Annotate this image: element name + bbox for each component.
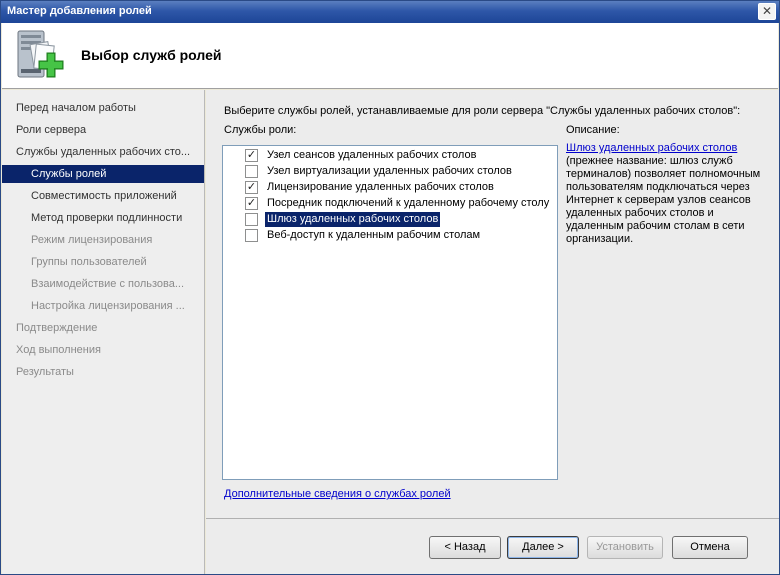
next-button[interactable]: Далее > — [507, 536, 579, 559]
checkbox-licensing[interactable]: ✓ — [245, 181, 258, 194]
title-bar[interactable]: Мастер добавления ролей ✕ — [1, 1, 779, 23]
checkbox-session-host[interactable]: ✓ — [245, 149, 258, 162]
nav-item-user-experience: Взаимодействие с пользова... — [31, 278, 185, 290]
main-panel: Выберите службы ролей, устанавливаемые д… — [206, 90, 779, 518]
nav-item-auth-method[interactable]: Метод проверки подлинности — [31, 209, 201, 227]
service-gateway[interactable]: Шлюз удаленных рабочих столов — [265, 212, 441, 227]
nav-item-app-compat[interactable]: Совместимость приложений — [31, 187, 201, 205]
wizard-header: Выбор служб ролей — [2, 23, 778, 89]
role-services-label: Службы роли: — [224, 124, 297, 136]
nav-item-progress: Ход выполнения — [16, 344, 101, 356]
description-link[interactable]: Шлюз удаленных рабочих столов — [566, 142, 737, 154]
description-label: Описание: — [566, 124, 620, 136]
checkbox-virtualization-host[interactable] — [245, 165, 258, 178]
cancel-button[interactable]: Отмена — [672, 536, 748, 559]
wizard-footer: < Назад Далее > Установить Отмена — [206, 518, 779, 574]
description-body: (прежнее название: шлюз служб терминалов… — [566, 155, 761, 245]
service-connection-broker[interactable]: Посредник подключений к удаленному рабоч… — [265, 196, 551, 211]
service-virtualization-host[interactable]: Узел виртуализации удаленных рабочих сто… — [265, 164, 514, 179]
checkbox-web-access[interactable] — [245, 229, 258, 242]
description-text: Шлюз удаленных рабочих столов (прежнее н… — [566, 142, 766, 246]
nav-item-role-services[interactable]: Службы ролей — [2, 165, 204, 183]
wizard-window: Мастер добавления ролей ✕ Выбор служб ро… — [0, 0, 780, 575]
server-roles-add-icon — [17, 30, 64, 78]
nav-item-user-groups: Группы пользователей — [31, 256, 147, 268]
close-button[interactable]: ✕ — [758, 3, 776, 20]
nav-item-licensing-mode: Режим лицензирования — [31, 234, 153, 246]
nav-item-licensing-config: Настройка лицензирования ... — [31, 300, 185, 312]
service-session-host[interactable]: Узел сеансов удаленных рабочих столов — [265, 148, 478, 163]
page-title: Выбор служб ролей — [81, 47, 222, 63]
nav-item-server-roles[interactable]: Роли сервера — [16, 121, 201, 139]
service-licensing[interactable]: Лицензирование удаленных рабочих столов — [265, 180, 496, 195]
service-web-access[interactable]: Веб-доступ к удаленным рабочим столам — [265, 228, 482, 243]
role-services-list[interactable]: ✓ Узел сеансов удаленных рабочих столов … — [222, 145, 558, 480]
back-button[interactable]: < Назад — [429, 536, 501, 559]
nav-item-before-start[interactable]: Перед началом работы — [16, 99, 201, 117]
nav-item-rds[interactable]: Службы удаленных рабочих сто... — [16, 143, 201, 161]
more-info-link[interactable]: Дополнительные сведения о службах ролей — [224, 488, 451, 500]
wizard-steps-nav: Перед началом работы Роли сервера Службы… — [2, 90, 205, 574]
checkbox-connection-broker[interactable]: ✓ — [245, 197, 258, 210]
instruction-text: Выберите службы ролей, устанавливаемые д… — [224, 105, 741, 117]
checkbox-gateway[interactable] — [245, 213, 258, 226]
nav-item-results: Результаты — [16, 366, 74, 378]
window-title: Мастер добавления ролей — [7, 5, 152, 17]
nav-item-confirmation: Подтверждение — [16, 322, 98, 334]
install-button[interactable]: Установить — [587, 536, 663, 559]
